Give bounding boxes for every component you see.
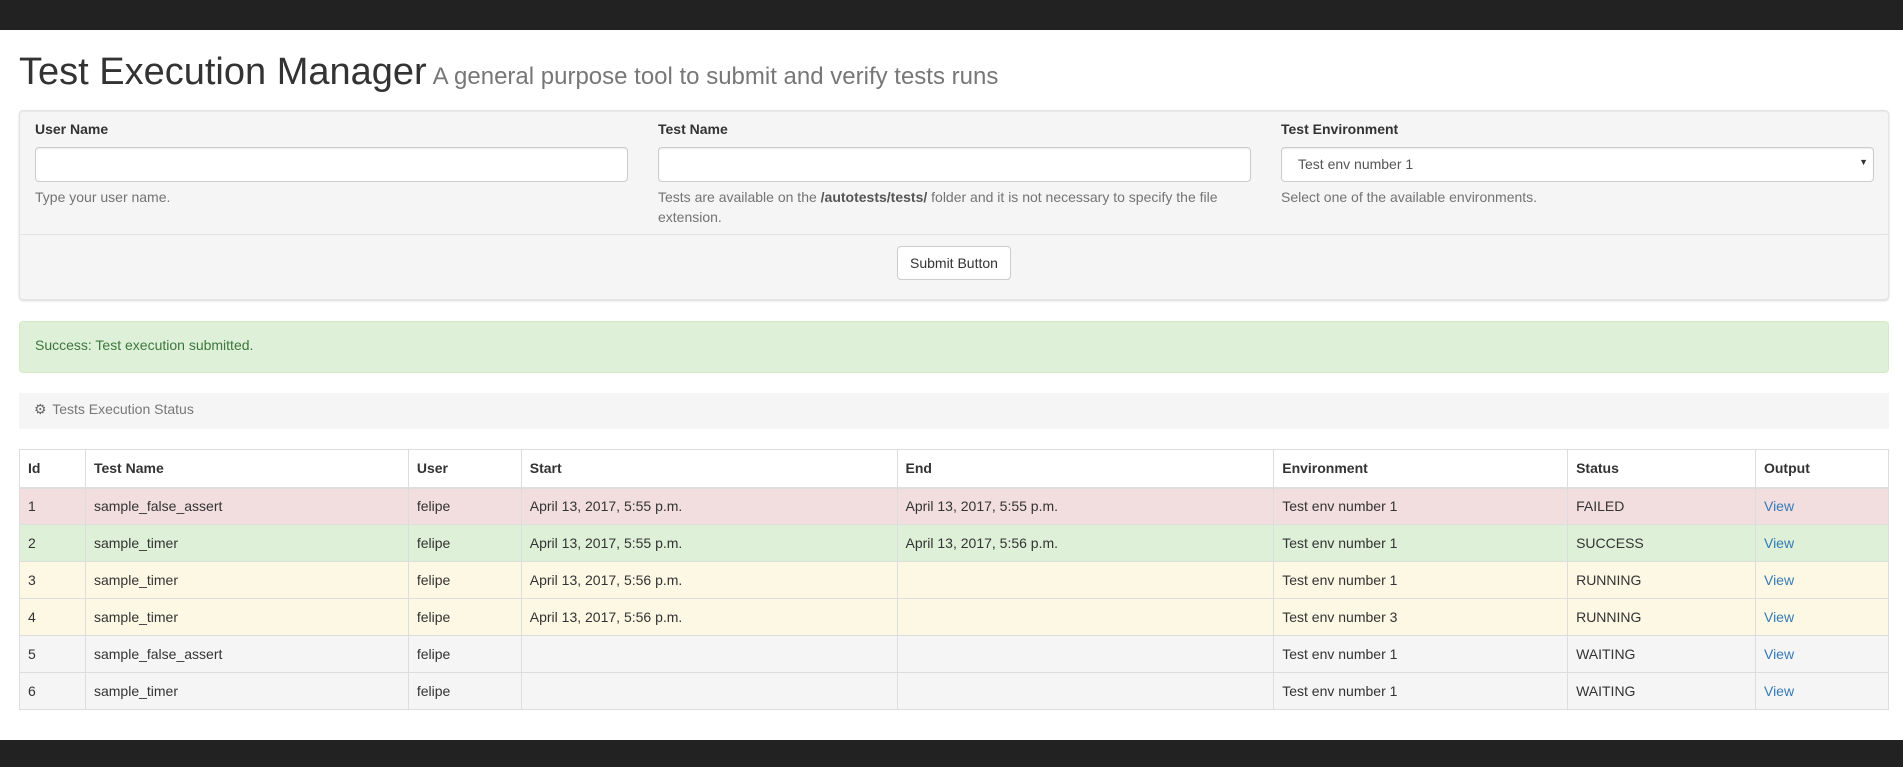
cell-id: 4 xyxy=(19,598,86,636)
tests-execution-status-heading: ⚙ Tests Execution Status xyxy=(19,393,1889,429)
tests-folder-path: /autotests/tests/ xyxy=(820,189,928,205)
cell-start: April 13, 2017, 5:56 p.m. xyxy=(520,561,898,599)
cell-status: FAILED xyxy=(1567,487,1756,525)
cell-test-name: sample_timer xyxy=(84,598,409,636)
cell-end: April 13, 2017, 5:56 p.m. xyxy=(896,524,1275,562)
cell-end xyxy=(896,561,1275,599)
cell-status: SUCCESS xyxy=(1567,524,1756,562)
view-output-link[interactable]: View xyxy=(1764,535,1794,551)
column-header-output: Output xyxy=(1754,449,1890,489)
cell-id: 5 xyxy=(19,635,86,673)
user-name-group: User Name Type your user name. xyxy=(35,119,628,207)
cell-user: felipe xyxy=(407,487,522,525)
user-name-label: User Name xyxy=(35,121,109,137)
column-header-test-name: Test Name xyxy=(84,449,409,489)
cell-id: 3 xyxy=(19,561,86,599)
view-output-link[interactable]: View xyxy=(1764,609,1794,625)
test-name-help: Tests are available on the /autotests/te… xyxy=(658,187,1251,227)
cell-test-name: sample_false_assert xyxy=(84,487,409,525)
cell-user: felipe xyxy=(407,598,522,636)
test-environment-select-wrap: Test env number 1 ▼ xyxy=(1281,147,1874,182)
cell-output: View xyxy=(1754,561,1890,599)
cell-start: April 13, 2017, 5:55 p.m. xyxy=(520,524,898,562)
cell-status: WAITING xyxy=(1567,635,1756,673)
table-row: 2 sample_timer felipe April 13, 2017, 5:… xyxy=(19,524,1890,562)
cell-environment: Test env number 1 xyxy=(1273,672,1569,710)
cell-output: View xyxy=(1754,524,1890,562)
status-panel-title: Tests Execution Status xyxy=(52,401,194,417)
column-header-start: Start xyxy=(520,449,898,489)
view-output-link[interactable]: View xyxy=(1764,683,1794,699)
table-row: 6 sample_timer felipe Test env number 1 … xyxy=(19,672,1890,710)
tests-execution-table: Id Test Name User Start End Environment … xyxy=(19,449,1890,710)
cell-output: View xyxy=(1754,598,1890,636)
form-divider xyxy=(20,234,1888,235)
cell-output: View xyxy=(1754,635,1890,673)
dashboard-icon: ⚙ xyxy=(34,401,47,417)
cell-user: felipe xyxy=(407,561,522,599)
cell-status: RUNNING xyxy=(1567,561,1756,599)
cell-environment: Test env number 3 xyxy=(1273,598,1569,636)
user-name-help: Type your user name. xyxy=(35,189,171,205)
test-name-input[interactable] xyxy=(658,147,1251,182)
cell-start: April 13, 2017, 5:56 p.m. xyxy=(520,598,898,636)
page-subtitle: A general purpose tool to submit and ver… xyxy=(432,63,999,90)
cell-end xyxy=(896,598,1275,636)
column-header-id: Id xyxy=(19,449,86,489)
cell-start: April 13, 2017, 5:55 p.m. xyxy=(520,487,898,525)
cell-user: felipe xyxy=(407,672,522,710)
cell-id: 1 xyxy=(19,487,86,525)
table-row: 4 sample_timer felipe April 13, 2017, 5:… xyxy=(19,598,1890,636)
top-navbar xyxy=(0,0,1903,30)
cell-environment: Test env number 1 xyxy=(1273,524,1569,562)
column-header-status: Status xyxy=(1567,449,1756,489)
cell-status: WAITING xyxy=(1567,672,1756,710)
view-output-link[interactable]: View xyxy=(1764,572,1794,588)
cell-start xyxy=(520,635,898,673)
test-name-label: Test Name xyxy=(658,121,728,137)
view-output-link[interactable]: View xyxy=(1764,646,1794,662)
success-alert: Success: Test execution submitted. xyxy=(19,321,1889,373)
test-name-help-before: Tests are available on the xyxy=(658,189,821,205)
test-name-group: Test Name Tests are available on the /au… xyxy=(658,119,1251,227)
footer-bar xyxy=(0,740,1903,767)
test-environment-help: Select one of the available environments… xyxy=(1281,189,1538,205)
test-environment-label: Test Environment xyxy=(1281,121,1399,137)
cell-id: 2 xyxy=(19,524,86,562)
column-header-end: End xyxy=(896,449,1275,489)
cell-environment: Test env number 1 xyxy=(1273,635,1569,673)
cell-end xyxy=(896,635,1275,673)
column-header-environment: Environment xyxy=(1273,449,1569,489)
column-header-user: User xyxy=(407,449,522,489)
page-header: Test Execution Manager A general purpose … xyxy=(19,50,998,96)
cell-test-name: sample_timer xyxy=(84,524,409,562)
cell-test-name: sample_timer xyxy=(84,672,409,710)
user-name-input[interactable] xyxy=(35,147,628,182)
cell-test-name: sample_false_assert xyxy=(84,635,409,673)
view-output-link[interactable]: View xyxy=(1764,498,1794,514)
table-row: 5 sample_false_assert felipe Test env nu… xyxy=(19,635,1890,673)
cell-output: View xyxy=(1754,487,1890,525)
cell-id: 6 xyxy=(19,672,86,710)
cell-status: RUNNING xyxy=(1567,598,1756,636)
test-environment-group: Test Environment Test env number 1 ▼ Sel… xyxy=(1281,119,1874,207)
cell-start xyxy=(520,672,898,710)
cell-user: felipe xyxy=(407,635,522,673)
table-row: 3 sample_timer felipe April 13, 2017, 5:… xyxy=(19,561,1890,599)
cell-end xyxy=(896,672,1275,710)
cell-environment: Test env number 1 xyxy=(1273,487,1569,525)
cell-output: View xyxy=(1754,672,1890,710)
table-row: 1 sample_false_assert felipe April 13, 2… xyxy=(19,487,1890,525)
cell-test-name: sample_timer xyxy=(84,561,409,599)
page-title: Test Execution Manager xyxy=(19,51,427,93)
test-environment-select[interactable]: Test env number 1 xyxy=(1281,147,1874,182)
cell-environment: Test env number 1 xyxy=(1273,561,1569,599)
table-header-row: Id Test Name User Start End Environment … xyxy=(19,449,1890,489)
chevron-down-icon: ▼ xyxy=(1859,157,1868,167)
cell-end: April 13, 2017, 5:55 p.m. xyxy=(896,487,1275,525)
submit-form-panel: User Name Type your user name. Test Name… xyxy=(19,110,1889,300)
cell-user: felipe xyxy=(407,524,522,562)
submit-button[interactable]: Submit Button xyxy=(897,246,1011,280)
